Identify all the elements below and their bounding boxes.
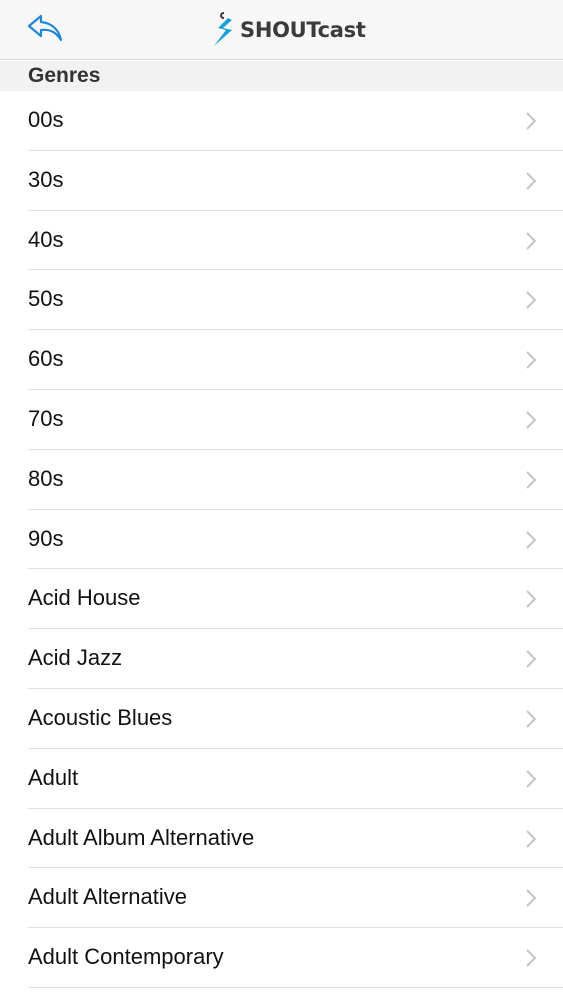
chevron-right-icon (526, 770, 537, 788)
genre-label: Adult Contemporary (28, 944, 224, 970)
chevron-right-icon (526, 231, 537, 250)
chevron-right-icon (526, 172, 537, 190)
genre-list-item[interactable]: 50s (0, 270, 563, 330)
chevron-right-icon (526, 112, 537, 130)
chevron-right-icon (526, 590, 537, 609)
genre-list-item[interactable]: 80s (0, 450, 563, 510)
genre-label: 70s (28, 405, 64, 431)
genre-label: Adult (28, 764, 79, 790)
genre-list-item[interactable]: Adult (0, 749, 563, 809)
chevron-right-icon (526, 710, 537, 728)
genre-label: Adult Album Alternative (28, 824, 255, 850)
chevron-right-icon (526, 411, 537, 429)
genre-list-item[interactable]: Adult Album Alternative (0, 809, 563, 869)
genres-section-header: Genres (0, 61, 563, 91)
chevron-right-icon (526, 351, 537, 369)
genre-label: 50s (28, 286, 64, 312)
chevron-right-icon (526, 889, 537, 908)
genre-list-item[interactable]: Acid Jazz (0, 629, 563, 689)
genre-list-item[interactable]: 30s (0, 151, 563, 211)
genre-label: Acid House (28, 585, 141, 611)
genre-list-item[interactable]: 60s (0, 330, 563, 390)
chevron-right-icon (526, 530, 537, 549)
genre-list-item[interactable]: Acoustic Blues (0, 689, 563, 749)
chevron-right-icon (526, 291, 537, 310)
genre-list-item[interactable]: Adult Alternative (0, 868, 563, 928)
genre-label: Adult Alternative (28, 884, 187, 910)
genre-label: 40s (28, 226, 64, 252)
genre-list-item[interactable]: 00s (0, 91, 563, 151)
chevron-right-icon (526, 829, 537, 848)
genre-label: Acid Jazz (28, 645, 123, 671)
genre-list-item[interactable]: 70s (0, 390, 563, 450)
chevron-right-icon (526, 471, 537, 489)
genre-list-item[interactable]: 90s (0, 510, 563, 570)
genre-label: 80s (28, 465, 64, 491)
navigation-bar: SHOUTcast (0, 0, 563, 60)
genre-list: 00s 30s 40s 50s 60s 70s 80s 90s Acid House Acid J… (0, 91, 563, 988)
genre-label: 30s (28, 166, 64, 192)
genre-list-item[interactable]: 40s (0, 211, 563, 271)
genre-list-item[interactable]: Acid House (0, 569, 563, 629)
genre-label: Acoustic Blues (28, 704, 173, 730)
genre-label: 00s (28, 107, 64, 132)
back-arrow-icon (27, 14, 63, 42)
logo-text: SHOUTcast (240, 18, 366, 42)
chevron-right-icon (526, 949, 537, 967)
genre-label: 90s (28, 525, 64, 551)
chevron-right-icon (526, 650, 537, 668)
shoutcast-logo: SHOUTcast (208, 10, 366, 50)
genre-list-item[interactable]: Adult Contemporary (0, 928, 563, 988)
genre-label: 60s (28, 346, 64, 372)
back-button[interactable] (26, 12, 66, 46)
section-title: Genres (28, 64, 101, 87)
shoutcast-logo-icon (214, 12, 232, 46)
